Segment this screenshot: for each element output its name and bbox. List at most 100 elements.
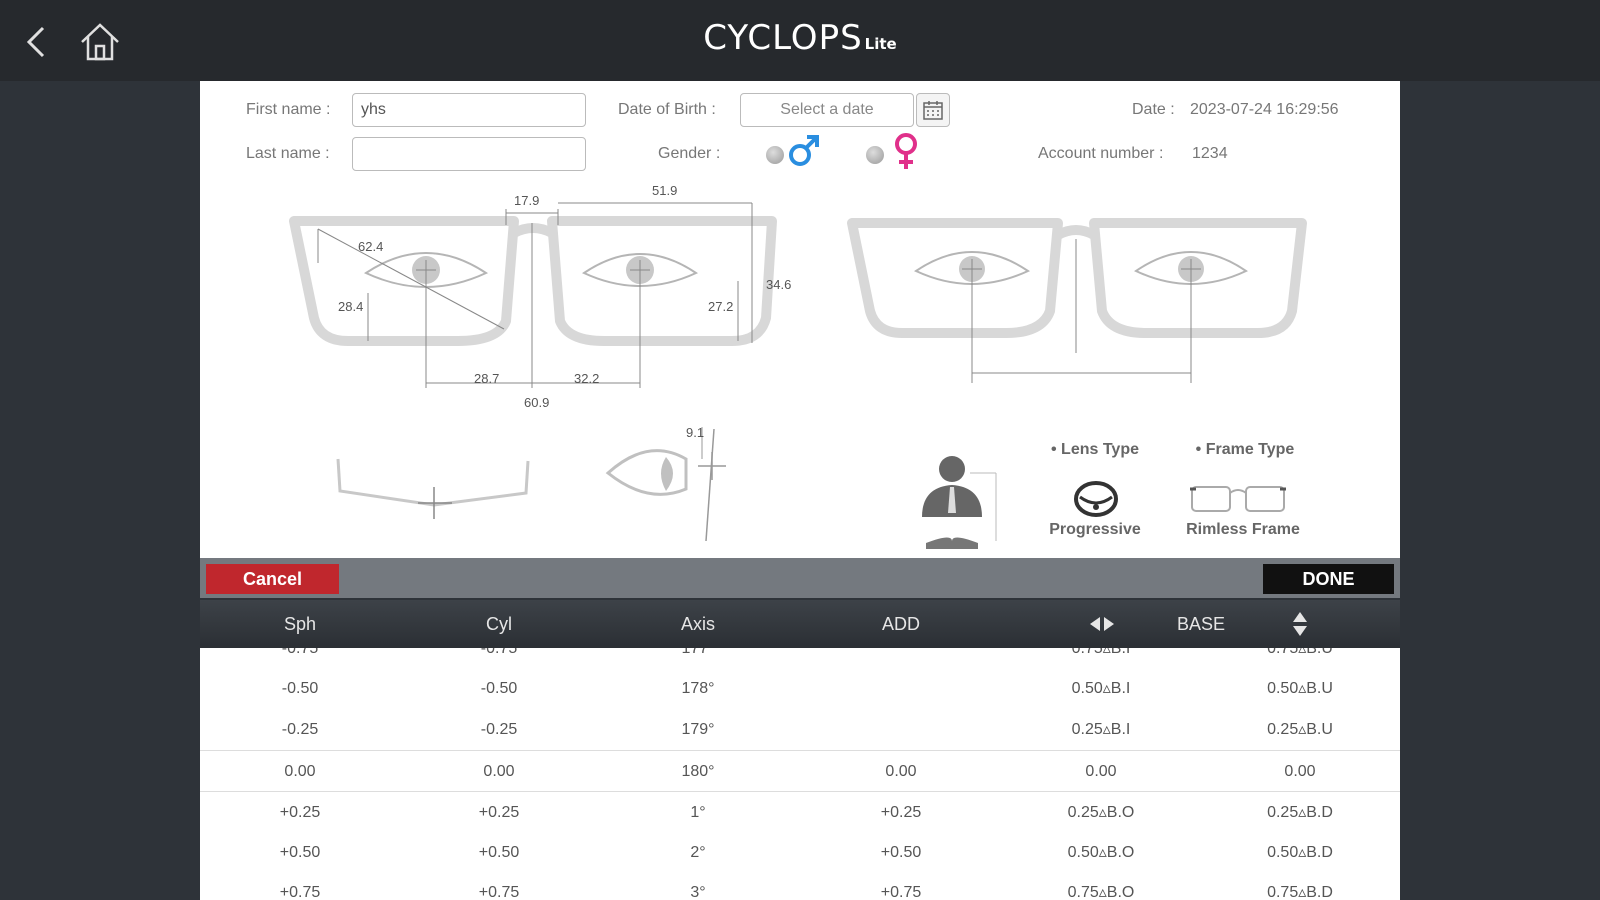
prescription-table-body[interactable]: -0.75 -0.75 177° 0.75▵B.I 0.75▵B.U -0.50…: [200, 648, 1400, 900]
cell-prism-vertical[interactable]: 0.25▵B.U: [1200, 709, 1400, 750]
cell-cyl[interactable]: 0.00: [399, 751, 599, 792]
cell-sph[interactable]: 0.00: [200, 751, 400, 792]
cell-prism-vertical[interactable]: 0.00: [1200, 751, 1400, 792]
cell-prism-vertical[interactable]: 0.50▵B.U: [1200, 668, 1400, 709]
table-row[interactable]: -0.25 -0.25 179° 0.25▵B.I 0.25▵B.U: [200, 709, 1400, 750]
cell-prism-horizontal[interactable]: 0.50▵B.O: [1001, 832, 1201, 873]
measure-right-height: 27.2: [708, 299, 734, 314]
measure-frame-height: 34.6: [766, 277, 792, 292]
measure-total-pd: 60.9: [524, 395, 550, 410]
progressive-lens-icon[interactable]: [1072, 479, 1120, 519]
measure-vertex: 9.1: [686, 425, 705, 440]
cell-prism-horizontal[interactable]: 0.75▵B.O: [1001, 872, 1201, 900]
cell-add[interactable]: +0.50: [801, 832, 1001, 873]
cell-cyl[interactable]: -0.25: [399, 709, 599, 750]
cell-axis[interactable]: 179°: [598, 709, 798, 750]
table-row[interactable]: -0.50 -0.50 178° 0.50▵B.I 0.50▵B.U: [200, 668, 1400, 709]
column-cyl: Cyl: [486, 614, 512, 634]
measure-right-pd: 32.2: [574, 371, 600, 386]
cell-prism-horizontal[interactable]: 0.75▵B.I: [1001, 648, 1201, 669]
cell-sph[interactable]: -0.50: [200, 668, 400, 709]
cell-sph[interactable]: -0.25: [200, 709, 400, 750]
cell-cyl[interactable]: -0.75: [399, 648, 599, 669]
cell-prism-horizontal[interactable]: 0.25▵B.O: [1001, 792, 1201, 833]
last-name-label: Last name :: [246, 145, 330, 162]
cell-cyl[interactable]: -0.50: [399, 668, 599, 709]
cell-prism-horizontal[interactable]: 0.00: [1001, 751, 1201, 792]
cell-axis[interactable]: 2°: [598, 832, 798, 873]
table-row[interactable]: +0.75 +0.75 3° +0.75 0.75▵B.O 0.75▵B.D: [200, 872, 1400, 900]
male-icon: [789, 135, 819, 166]
app-logo: CYCLOPS Lite: [0, 18, 1600, 58]
cell-add[interactable]: [801, 648, 1001, 669]
horizontal-prism-icon: [1090, 617, 1114, 631]
frame-type-label: • Frame Type: [1195, 441, 1295, 458]
done-button[interactable]: DONE: [1263, 564, 1394, 594]
vertex-diagram: [605, 427, 726, 542]
cell-prism-horizontal[interactable]: 0.50▵B.I: [1001, 668, 1201, 709]
cell-sph[interactable]: -0.75: [200, 648, 400, 669]
front-glasses-diagram: [289, 202, 777, 388]
cancel-button[interactable]: Cancel: [206, 564, 339, 594]
measure-frame-width: 51.9: [652, 183, 678, 198]
cell-cyl[interactable]: +0.75: [399, 872, 599, 900]
table-row[interactable]: +0.50 +0.50 2° +0.50 0.50▵B.O 0.50▵B.D: [200, 832, 1400, 873]
cell-add[interactable]: +0.75: [801, 872, 1001, 900]
cell-axis[interactable]: 3°: [598, 872, 798, 900]
cell-cyl[interactable]: +0.50: [399, 832, 599, 873]
gender-label: Gender :: [658, 145, 721, 162]
vertical-prism-icon: [1293, 612, 1307, 636]
column-base: BASE: [1176, 614, 1226, 634]
cell-prism-vertical[interactable]: 0.25▵B.D: [1200, 792, 1400, 833]
rimless-frame-icon[interactable]: [1188, 483, 1288, 515]
cell-prism-vertical[interactable]: 0.75▵B.U: [1200, 648, 1400, 669]
logo-sub: Lite: [864, 35, 897, 53]
table-row[interactable]: 0.00 0.00 180° 0.00 0.00 0.00: [200, 750, 1400, 792]
cell-add[interactable]: [801, 668, 1001, 709]
last-name-input[interactable]: [352, 137, 586, 171]
logo-main: CYCLOPS: [703, 18, 863, 58]
cell-axis[interactable]: 1°: [598, 792, 798, 833]
first-name-input[interactable]: yhs: [352, 93, 586, 127]
table-row[interactable]: -0.75 -0.75 177° 0.75▵B.I 0.75▵B.U: [200, 648, 1400, 669]
table-row[interactable]: +0.25 +0.25 1° +0.25 0.25▵B.O 0.25▵B.D: [200, 791, 1400, 833]
calendar-button[interactable]: [916, 93, 950, 127]
male-radio[interactable]: [766, 146, 784, 164]
cell-sph[interactable]: +0.50: [200, 832, 400, 873]
column-axis: Axis: [680, 614, 715, 634]
cell-prism-vertical[interactable]: 0.75▵B.D: [1200, 872, 1400, 900]
cell-add[interactable]: [801, 709, 1001, 750]
cell-prism-horizontal[interactable]: 0.25▵B.I: [1001, 709, 1201, 750]
cell-add[interactable]: 0.00: [801, 751, 1001, 792]
cell-sph[interactable]: +0.75: [200, 872, 400, 900]
account-number-value: 1234: [1192, 145, 1228, 162]
cell-add[interactable]: +0.25: [801, 792, 1001, 833]
cell-axis[interactable]: 180°: [598, 751, 798, 792]
top-bar: CYCLOPS Lite: [0, 0, 1600, 81]
frame-tilt-diagram: [336, 458, 530, 519]
cell-sph[interactable]: +0.25: [200, 792, 400, 833]
measure-left-height: 28.4: [338, 299, 364, 314]
cell-prism-vertical[interactable]: 0.50▵B.D: [1200, 832, 1400, 873]
frame-type-value: Rimless Frame: [1186, 521, 1300, 538]
account-number-label: Account number :: [1038, 145, 1164, 162]
date-label: Date :: [1132, 101, 1175, 118]
reference-glasses-diagram: [847, 218, 1307, 383]
measurement-sheet: First name : yhs Last name : Date of Bir…: [200, 81, 1400, 561]
first-name-label: First name :: [246, 101, 331, 118]
measure-bridge: 17.9: [514, 193, 540, 208]
cell-axis[interactable]: 177°: [598, 648, 798, 669]
calendar-icon: [923, 101, 943, 120]
dob-input[interactable]: Select a date: [740, 93, 914, 127]
female-radio[interactable]: [866, 146, 884, 164]
action-bar: Cancel DONE: [200, 558, 1400, 598]
measure-diagonal: 62.4: [358, 239, 384, 254]
column-sph: Sph: [283, 614, 317, 634]
cell-axis[interactable]: 178°: [598, 668, 798, 709]
reading-posture-icon: [922, 456, 997, 549]
column-add: ADD: [881, 614, 920, 634]
dob-label: Date of Birth :: [618, 101, 716, 118]
cell-cyl[interactable]: +0.25: [399, 792, 599, 833]
lens-type-label: • Lens Type: [1051, 441, 1139, 458]
date-value: 2023-07-24 16:29:56: [1190, 101, 1339, 118]
